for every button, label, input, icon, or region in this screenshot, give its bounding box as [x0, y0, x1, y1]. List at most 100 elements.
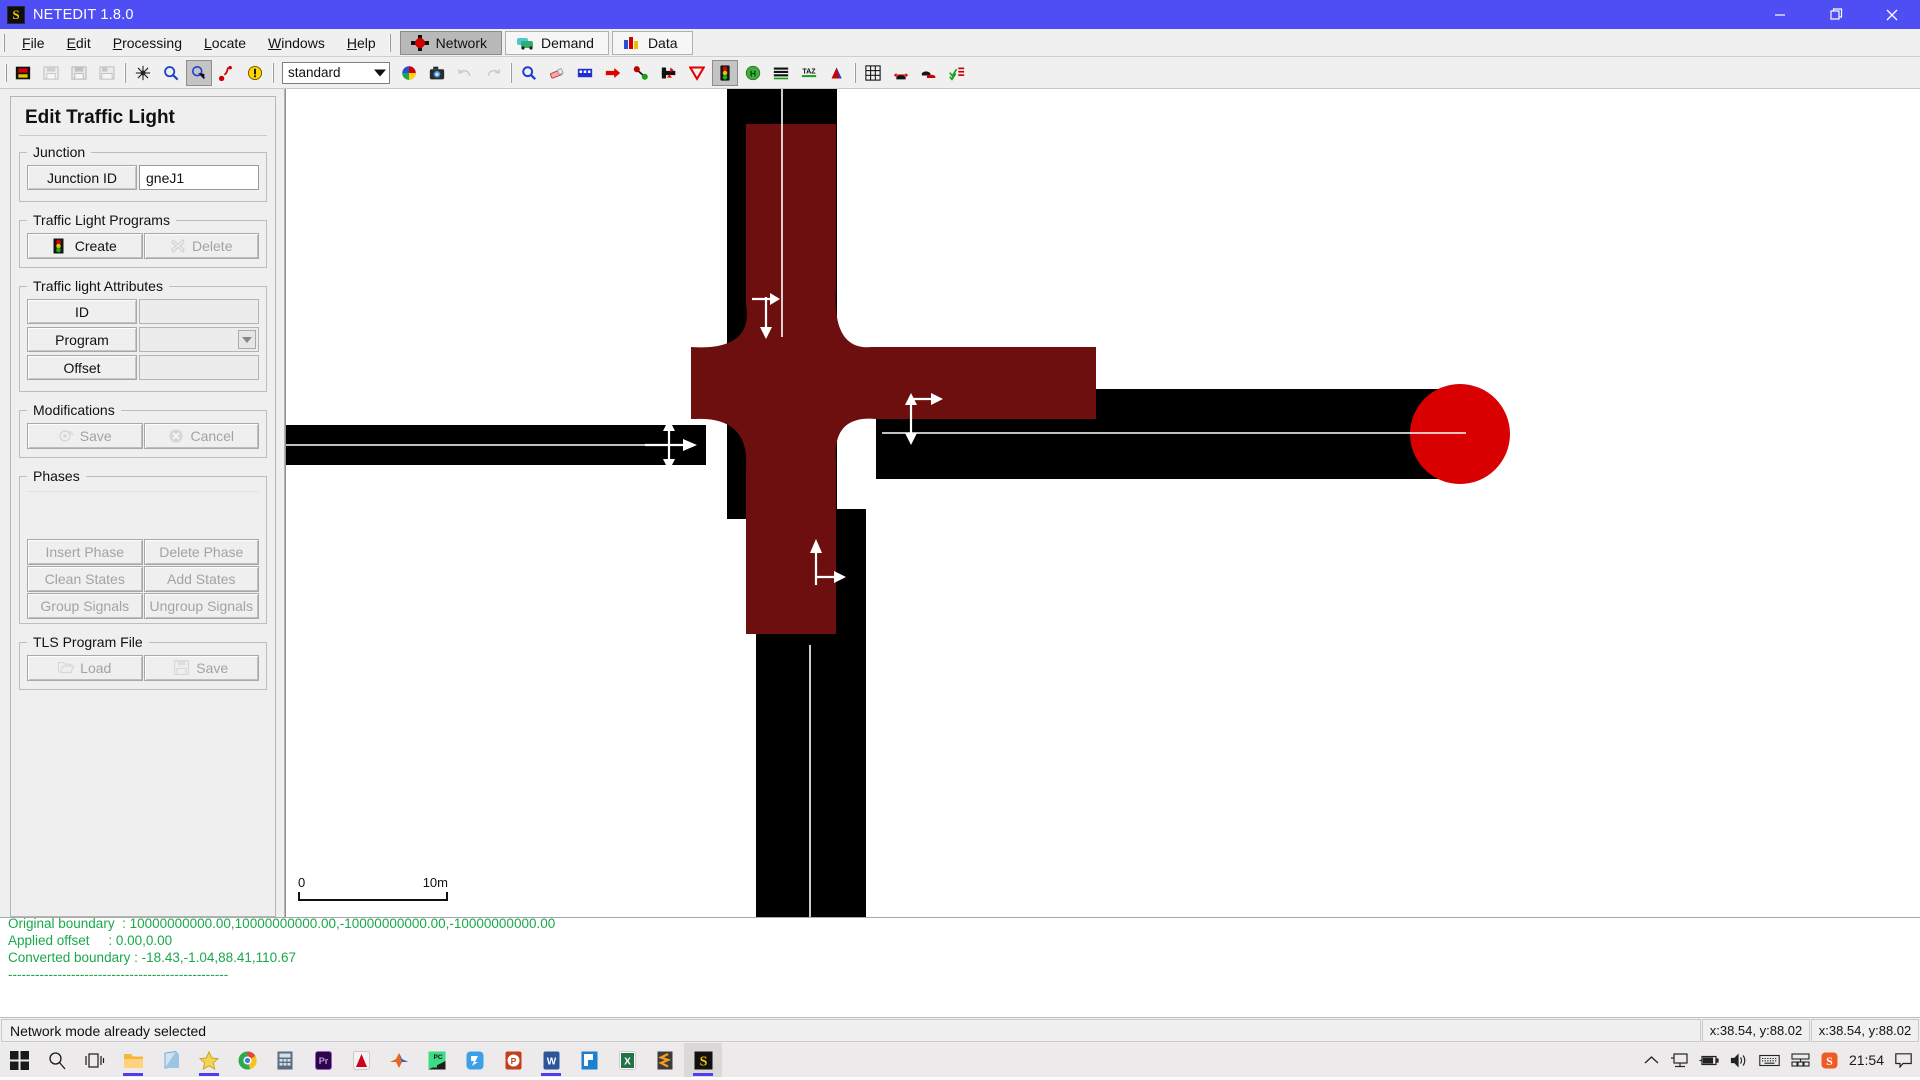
- additional-mode-button[interactable]: H: [740, 60, 766, 86]
- tl-id-input[interactable]: [139, 299, 259, 324]
- search-icon[interactable]: [38, 1043, 76, 1077]
- select-edges-button[interactable]: [944, 60, 970, 86]
- clean-states-button[interactable]: Clean States: [27, 566, 143, 592]
- phase-table[interactable]: [27, 491, 259, 533]
- task-view-icon[interactable]: [76, 1043, 114, 1077]
- battery-tray-icon[interactable]: [1699, 1054, 1719, 1067]
- delete-phase-button[interactable]: Delete Phase: [143, 539, 259, 565]
- cancel-modifications-button[interactable]: Cancel: [143, 423, 259, 449]
- junction-id-input[interactable]: gneJ1: [139, 165, 259, 190]
- add-states-button[interactable]: Add States: [143, 566, 259, 592]
- chevron-down-icon[interactable]: [238, 330, 256, 349]
- tab-network[interactable]: Network: [399, 30, 503, 55]
- menu-file[interactable]: File: [11, 32, 56, 54]
- maximize-icon[interactable]: [1808, 0, 1864, 29]
- sogou-tray-icon[interactable]: S: [1821, 1052, 1838, 1069]
- edit-viewport-button[interactable]: [186, 59, 212, 86]
- delete-mode-button[interactable]: [544, 60, 570, 86]
- crossing-mode-button[interactable]: [768, 60, 794, 86]
- snapshot-button[interactable]: [424, 60, 450, 86]
- taskbar-clock[interactable]: 21:54: [1849, 1052, 1884, 1068]
- calculator-icon[interactable]: [266, 1043, 304, 1077]
- select-mode-button[interactable]: [572, 60, 598, 86]
- ungroup-signals-button[interactable]: Ungroup Signals: [143, 593, 259, 619]
- network-tray-icon[interactable]: [1670, 1052, 1688, 1068]
- network-canvas[interactable]: 0 10m: [286, 89, 1920, 917]
- insert-phase-button[interactable]: Insert Phase: [27, 539, 143, 565]
- show-hidden-icons-chevron[interactable]: [1644, 1055, 1659, 1065]
- save-modifications-button[interactable]: Save: [27, 423, 143, 449]
- shape-mode-button[interactable]: [824, 60, 850, 86]
- modifications-legend: Modifications: [33, 402, 115, 418]
- save-as-button[interactable]: [94, 60, 120, 86]
- show-connections-button[interactable]: [916, 60, 942, 86]
- undo-button[interactable]: [452, 60, 478, 86]
- junction-id-label[interactable]: Junction ID: [27, 165, 137, 190]
- minimize-icon[interactable]: [1752, 0, 1808, 29]
- taz-mode-button[interactable]: TAZ: [796, 60, 822, 86]
- pycharm-icon[interactable]: PC: [418, 1043, 456, 1077]
- redo-button[interactable]: [480, 60, 506, 86]
- recenter-view-button[interactable]: [130, 60, 156, 86]
- star-app-icon[interactable]: [190, 1043, 228, 1077]
- excel-icon[interactable]: X: [608, 1043, 646, 1077]
- word-icon[interactable]: W: [532, 1043, 570, 1077]
- tl-id-label[interactable]: ID: [27, 299, 137, 324]
- acrobat-icon[interactable]: [342, 1043, 380, 1077]
- close-icon[interactable]: [1864, 0, 1920, 29]
- editor-icon[interactable]: [570, 1043, 608, 1077]
- menu-windows[interactable]: Windows: [257, 32, 336, 54]
- load-tls-button[interactable]: Load: [27, 655, 143, 681]
- tl-offset-label[interactable]: Offset: [27, 355, 137, 380]
- ime-tray-icon[interactable]: [1791, 1053, 1810, 1067]
- move-mode-button[interactable]: [600, 60, 626, 86]
- connection-mode-button[interactable]: [656, 60, 682, 86]
- tl-offset-input[interactable]: [139, 355, 259, 380]
- matlab-icon[interactable]: [380, 1043, 418, 1077]
- windows-start-icon[interactable]: [0, 1043, 38, 1077]
- tab-demand[interactable]: Demand: [505, 30, 609, 55]
- modifications-group: Modifications Save Cancel: [19, 402, 267, 458]
- prohibition-mode-button[interactable]: [684, 60, 710, 86]
- menu-drag-grip[interactable]: [0, 29, 7, 56]
- tl-program-combo[interactable]: [139, 327, 259, 352]
- grid-toggle-button[interactable]: [860, 60, 886, 86]
- group-signals-button[interactable]: Group Signals: [27, 593, 143, 619]
- delete-program-button[interactable]: Delete: [143, 233, 259, 259]
- notification-icon[interactable]: [1895, 1052, 1912, 1068]
- help-button[interactable]: [214, 60, 240, 86]
- edit-mode-combo[interactable]: standard: [282, 61, 390, 84]
- toolbar-drag-grip[interactable]: [2, 63, 9, 82]
- menu-locate[interactable]: Locate: [193, 32, 257, 54]
- save-tls-button[interactable]: Save: [143, 655, 259, 681]
- draw-junction-shape-button[interactable]: [888, 60, 914, 86]
- create-edge-mode-button[interactable]: [628, 60, 654, 86]
- premiere-icon[interactable]: Pr: [304, 1043, 342, 1077]
- tab-data[interactable]: Data: [611, 30, 693, 55]
- open-network-button[interactable]: [38, 60, 64, 86]
- menu-edit[interactable]: Edit: [56, 32, 102, 54]
- create-program-button[interactable]: Create: [27, 233, 143, 259]
- keyboard-tray-icon[interactable]: [1759, 1054, 1780, 1067]
- wechat-icon[interactable]: [456, 1043, 494, 1077]
- file-explorer-icon[interactable]: [114, 1043, 152, 1077]
- sublime-icon[interactable]: [646, 1043, 684, 1077]
- netedit-taskbar-icon[interactable]: S: [684, 1043, 722, 1077]
- menu-processing[interactable]: Processing: [102, 32, 193, 54]
- tl-program-label[interactable]: Program: [27, 327, 137, 352]
- message-log[interactable]: Original boundary : 10000000000.00,10000…: [0, 917, 1920, 1017]
- volume-tray-icon[interactable]: [1730, 1053, 1748, 1068]
- save-network-button[interactable]: [66, 60, 92, 86]
- menu-help[interactable]: Help: [336, 32, 387, 54]
- chrome-icon[interactable]: [228, 1043, 266, 1077]
- traffic-light-mode-button[interactable]: [712, 59, 738, 86]
- zoom-button[interactable]: [158, 60, 184, 86]
- powerpoint-icon[interactable]: P: [494, 1043, 532, 1077]
- tabbar-drag-grip[interactable]: [387, 29, 394, 56]
- new-network-button[interactable]: [10, 60, 36, 86]
- locator-button[interactable]: [242, 60, 268, 86]
- inspect-mode-button[interactable]: [516, 60, 542, 86]
- network-canvas-container[interactable]: 0 10m: [285, 89, 1920, 917]
- store-icon[interactable]: [152, 1043, 190, 1077]
- color-scheme-button[interactable]: [396, 60, 422, 86]
